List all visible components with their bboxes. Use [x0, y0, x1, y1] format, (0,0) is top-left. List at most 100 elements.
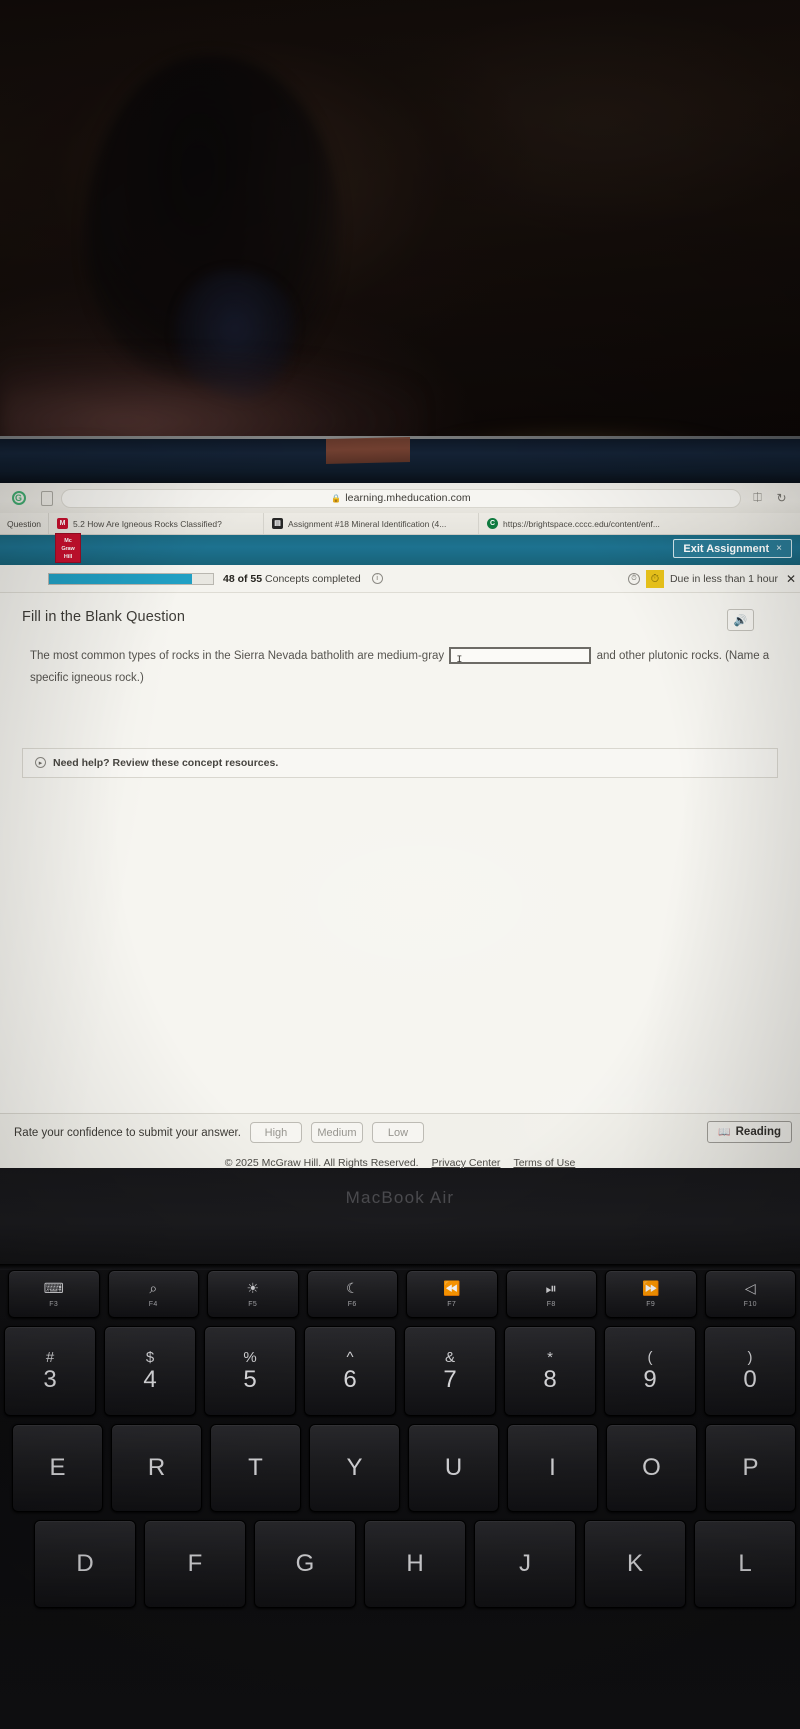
key-4[interactable]: $ 4 — [104, 1326, 196, 1416]
document-favicon: ▤ — [272, 518, 284, 529]
confidence-low-button[interactable]: Low — [371, 1122, 424, 1143]
key-k-label: K — [626, 1550, 643, 1577]
info-icon[interactable]: i — [371, 573, 383, 585]
key-o[interactable]: O — [606, 1424, 697, 1512]
key-l[interactable]: L — [694, 1520, 796, 1608]
browser-tab-2[interactable]: ▤ Assignment #18 Mineral Identification … — [263, 513, 478, 534]
key-f10[interactable]: ◁ F10 — [704, 1270, 796, 1318]
question-panel: Fill in the Blank Question 🔊 The most co… — [0, 593, 800, 1113]
key-f6[interactable]: ☾ F6 — [306, 1270, 398, 1318]
key-h[interactable]: H — [364, 1520, 466, 1608]
macbook-air-branding: MacBook Air — [345, 1188, 455, 1207]
key-8-symbol: * — [547, 1349, 553, 1366]
speaker-icon[interactable]: 🔊 — [727, 609, 754, 631]
fast-forward-icon: ⏩ — [642, 1279, 660, 1296]
address-bar-url: learning.mheducation.com — [345, 492, 471, 504]
key-y[interactable]: Y — [309, 1424, 400, 1512]
mcgraw-hill-favicon: M — [57, 518, 69, 529]
key-3[interactable]: # 3 — [4, 1326, 96, 1416]
confidence-medium-button[interactable]: Medium — [310, 1122, 363, 1143]
key-k[interactable]: K — [584, 1520, 686, 1608]
key-8[interactable]: * 8 — [504, 1326, 596, 1416]
browser-tab-3[interactable]: C https://brightspace.cccc.edu/content/e… — [478, 513, 693, 534]
progress-bar — [48, 572, 214, 585]
key-r[interactable]: R — [111, 1424, 202, 1512]
profile-initial-icon: G — [11, 491, 26, 505]
chevron-right-circle-icon: ▸ — [35, 757, 46, 769]
address-bar[interactable]: 🔒 learning.mheducation.com — [61, 488, 741, 508]
key-5-symbol: % — [243, 1349, 257, 1366]
share-icon[interactable]: ⎅ — [749, 490, 766, 507]
key-g[interactable]: G — [254, 1520, 356, 1608]
browser-tab-1[interactable]: M 5.2 How Are Igneous Rocks Classified? — [48, 513, 263, 534]
profile-icon[interactable]: G — [10, 490, 27, 507]
key-g-label: G — [295, 1550, 315, 1577]
reading-label: Reading — [735, 1126, 781, 1138]
app-header: Mc Graw Hill Exit Assignment × — [0, 533, 800, 565]
key-f8-label: F8 — [546, 1300, 556, 1308]
alert-clock-icon: ⏱ — [645, 570, 664, 588]
reload-icon[interactable]: ↻ — [773, 490, 790, 507]
key-f7[interactable]: ⏪ F7 — [406, 1270, 498, 1318]
key-p[interactable]: P — [705, 1424, 796, 1512]
key-d[interactable]: D — [34, 1520, 136, 1608]
key-u-label: U — [444, 1454, 463, 1481]
sidebar-toggle-icon[interactable] — [41, 490, 53, 506]
key-l-label: L — [738, 1550, 752, 1577]
concept-resources-box[interactable]: ▸ Need help? Review these concept resour… — [22, 747, 778, 778]
confidence-prompt: Rate your confidence to submit your answ… — [14, 1126, 241, 1139]
key-6-digit: 6 — [343, 1366, 357, 1393]
dark-room-background — [0, 0, 800, 482]
key-0[interactable]: ) 0 — [704, 1326, 796, 1416]
logo-line-1: Mc — [64, 538, 72, 544]
key-h-label: H — [406, 1550, 424, 1577]
confidence-high-button[interactable]: High — [249, 1122, 302, 1143]
key-5[interactable]: % 5 — [204, 1326, 296, 1416]
reading-button[interactable]: 📖 Reading — [707, 1121, 792, 1143]
key-7[interactable]: & 7 — [404, 1326, 496, 1416]
progress-suffix: Concepts completed — [262, 572, 361, 585]
key-j[interactable]: J — [474, 1520, 576, 1608]
question-text-before: The most common types of rocks in the Si… — [30, 650, 445, 662]
blank-answer-input[interactable]: I — [449, 647, 592, 666]
key-f8[interactable]: ⏯ F8 — [505, 1270, 597, 1318]
key-9[interactable]: ( 9 — [604, 1326, 696, 1416]
mcgraw-hill-logo[interactable]: Mc Graw Hill — [55, 533, 81, 563]
clock-icon[interactable]: ⏱ — [627, 573, 640, 585]
key-0-symbol: ) — [747, 1349, 753, 1366]
browser-tab-3-title: https://brightspace.cccc.edu/content/enf… — [503, 518, 660, 529]
key-6[interactable]: ^ 6 — [304, 1326, 396, 1416]
keyboard: ⌨ F3 ⌕ F4 ☀ F5 ☾ F6 ⏪ F7 ⏯ F8 ⏩ F9 ◁ F10… — [0, 1270, 800, 1729]
key-f3[interactable]: ⌨ F3 — [8, 1270, 100, 1318]
key-9-digit: 9 — [643, 1366, 657, 1393]
close-icon[interactable]: × — [776, 543, 782, 554]
lock-icon: 🔒 — [331, 493, 342, 503]
browser-tab-2-title: Assignment #18 Mineral Identification (4… — [288, 518, 447, 529]
progress-text: 48 of 55 Concepts completed i — [223, 573, 383, 585]
key-f5[interactable]: ☀ F5 — [207, 1270, 299, 1318]
key-f9[interactable]: ⏩ F9 — [605, 1270, 697, 1318]
key-5-digit: 5 — [243, 1366, 257, 1393]
key-f9-label: F9 — [646, 1300, 656, 1308]
text-caret: I — [456, 655, 463, 667]
key-t[interactable]: T — [210, 1424, 301, 1512]
key-u[interactable]: U — [408, 1424, 499, 1512]
privacy-center-link[interactable]: Privacy Center — [432, 1157, 501, 1168]
key-f[interactable]: F — [144, 1520, 246, 1608]
spotlight-search-icon: ⌕ — [149, 1279, 158, 1296]
dismiss-due-icon[interactable]: ✕ — [786, 572, 796, 586]
key-i-label: I — [549, 1454, 556, 1481]
key-4-symbol: $ — [145, 1349, 155, 1366]
dictation-icon: ☀ — [246, 1279, 260, 1296]
mute-icon: ◁ — [744, 1279, 756, 1296]
key-f4[interactable]: ⌕ F4 — [107, 1270, 199, 1318]
logo-line-2: Graw — [61, 545, 75, 552]
key-e[interactable]: E — [12, 1424, 103, 1512]
terms-of-use-link[interactable]: Terms of Use — [513, 1157, 575, 1168]
key-f5-label: F5 — [248, 1300, 258, 1308]
laptop-base: MacBook Air ⌨ F3 ⌕ F4 ☀ F5 ☾ F6 ⏪ F7 ⏯ F… — [0, 1168, 800, 1729]
exit-assignment-button[interactable]: Exit Assignment × — [673, 539, 792, 558]
key-i[interactable]: I — [507, 1424, 598, 1512]
key-8-digit: 8 — [543, 1366, 557, 1393]
key-o-label: O — [642, 1454, 661, 1481]
